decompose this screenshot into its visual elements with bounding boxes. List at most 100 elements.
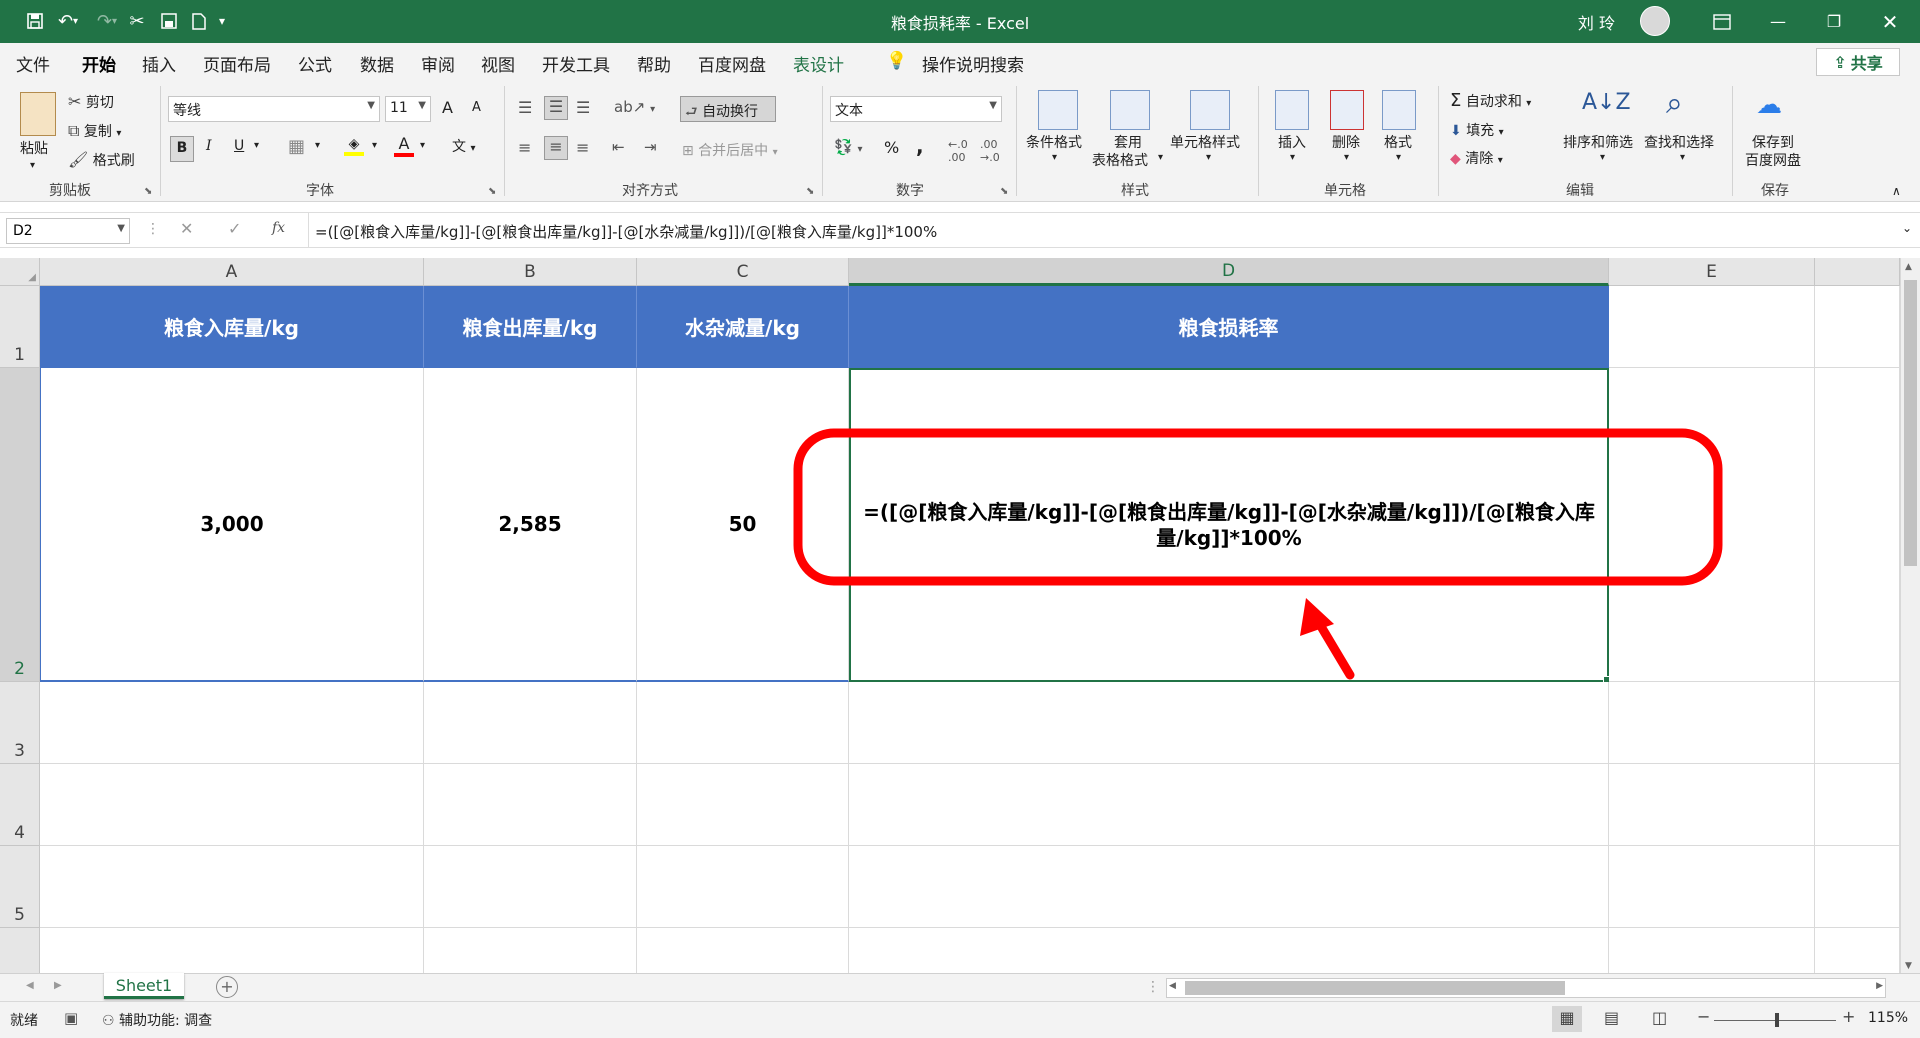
- user-name[interactable]: 刘 玲: [1578, 10, 1615, 34]
- tab-view[interactable]: 视图: [481, 51, 515, 76]
- row-header-1[interactable]: 1: [0, 286, 40, 368]
- scroll-down-icon[interactable]: ▼: [1905, 961, 1912, 971]
- zoom-out-icon[interactable]: −: [1697, 1007, 1710, 1026]
- wrap-text-button[interactable]: ⮐ 自动换行: [680, 96, 776, 122]
- grid-cell[interactable]: [849, 928, 1609, 973]
- format-cells-icon[interactable]: [1382, 90, 1416, 130]
- clipboard-launcher-icon[interactable]: ⬊: [144, 186, 152, 197]
- find-select-button[interactable]: 查找和选择: [1644, 132, 1714, 152]
- percent-button[interactable]: %: [884, 138, 899, 157]
- chevron-down-icon[interactable]: ▾: [315, 140, 320, 151]
- cancel-formula-icon[interactable]: ✕: [180, 219, 193, 238]
- chevron-down-icon[interactable]: ▾: [1206, 152, 1211, 163]
- tab-file[interactable]: 文件: [16, 51, 50, 76]
- grid-cell[interactable]: [40, 846, 424, 928]
- phonetic-guide-button[interactable]: 文 ▾: [452, 136, 475, 156]
- orientation-icon[interactable]: ab↗ ▾: [614, 98, 655, 116]
- scroll-up-icon[interactable]: ▲: [1905, 262, 1912, 272]
- table-cell[interactable]: 2,585: [424, 368, 637, 682]
- select-all-icon[interactable]: ◢: [0, 258, 40, 286]
- shrink-font-button[interactable]: A: [472, 100, 481, 115]
- save-to-baidu-line1[interactable]: 保存到: [1752, 132, 1794, 152]
- row-header-5[interactable]: 5: [0, 846, 40, 928]
- normal-view-icon[interactable]: ▦: [1552, 1006, 1582, 1032]
- bold-button[interactable]: B: [170, 136, 194, 162]
- vertical-scroll-thumb[interactable]: [1904, 280, 1917, 566]
- zoom-level[interactable]: 115%: [1868, 1010, 1908, 1026]
- chevron-down-icon[interactable]: ▾: [420, 140, 425, 151]
- chevron-down-icon[interactable]: ▾: [1396, 152, 1401, 163]
- cut-button[interactable]: ✂ 剪切: [68, 92, 114, 112]
- currency-icon[interactable]: 💱 ▾: [834, 138, 862, 156]
- accessibility-status[interactable]: ⚇ 辅助功能: 调查: [102, 1010, 212, 1030]
- format-painter-button[interactable]: 🖌 格式刷: [68, 150, 135, 170]
- grid-cell[interactable]: [1609, 286, 1815, 368]
- decrease-decimal-icon[interactable]: .00 →.0: [980, 138, 1000, 164]
- row-header-4[interactable]: 4: [0, 764, 40, 846]
- conditional-formatting-icon[interactable]: [1038, 90, 1078, 130]
- grid-cell[interactable]: [849, 764, 1609, 846]
- vertical-scrollbar[interactable]: ▲ ▼: [1900, 258, 1920, 973]
- table-header-cell[interactable]: 粮食损耗率: [849, 286, 1609, 368]
- grid-cell[interactable]: [1815, 846, 1900, 928]
- grid-cell[interactable]: [1815, 368, 1900, 682]
- chevron-down-icon[interactable]: ▾: [1600, 152, 1605, 163]
- collapse-ribbon-icon[interactable]: ∧: [1892, 184, 1901, 198]
- baidu-netdisk-icon[interactable]: ☁: [1756, 90, 1782, 120]
- enter-formula-icon[interactable]: ✓: [228, 219, 241, 238]
- zoom-in-icon[interactable]: +: [1842, 1007, 1855, 1026]
- align-center-icon[interactable]: ≡: [544, 136, 568, 160]
- grid-cell[interactable]: [849, 846, 1609, 928]
- tab-page-layout[interactable]: 页面布局: [203, 51, 271, 76]
- paste-button[interactable]: 粘贴: [20, 138, 48, 158]
- align-left-icon[interactable]: ≡: [518, 138, 531, 157]
- find-select-icon[interactable]: ⌕: [1666, 86, 1683, 121]
- paste-dropdown-icon[interactable]: ▾: [30, 160, 35, 171]
- grid-cell[interactable]: [1609, 846, 1815, 928]
- chevron-down-icon[interactable]: ▾: [1344, 152, 1349, 163]
- underline-button[interactable]: U: [234, 138, 244, 154]
- scroll-left-icon[interactable]: ◀: [1169, 981, 1176, 991]
- merge-center-button[interactable]: ⊞ 合并后居中 ▾: [682, 140, 778, 160]
- copy-button[interactable]: ⧉ 复制 ▾: [68, 121, 121, 141]
- chevron-down-icon[interactable]: ▾: [1052, 152, 1057, 163]
- chevron-down-icon[interactable]: ▾: [372, 140, 377, 151]
- minimize-icon[interactable]: —: [1750, 0, 1806, 43]
- align-right-icon[interactable]: ≡: [576, 138, 589, 157]
- table-header-cell[interactable]: 水杂减量/kg: [637, 286, 849, 368]
- column-header-e[interactable]: E: [1609, 258, 1815, 286]
- borders-icon[interactable]: ▦: [288, 136, 305, 157]
- number-launcher-icon[interactable]: ⬊: [1000, 186, 1008, 197]
- insert-cells-button[interactable]: 插入: [1278, 132, 1306, 152]
- column-header-d[interactable]: D: [849, 258, 1609, 286]
- grid-cell[interactable]: [40, 764, 424, 846]
- font-name-select[interactable]: 等线 ▼: [168, 96, 380, 122]
- decrease-indent-icon[interactable]: ⇤: [612, 138, 625, 156]
- column-header-c[interactable]: C: [637, 258, 849, 286]
- grid-cell[interactable]: [637, 846, 849, 928]
- format-as-table-button-line1[interactable]: 套用: [1114, 132, 1142, 152]
- zoom-slider-thumb[interactable]: [1775, 1013, 1779, 1027]
- grid-cell[interactable]: [637, 928, 849, 973]
- grid-cell[interactable]: [849, 682, 1609, 764]
- avatar[interactable]: [1640, 6, 1670, 36]
- delete-cells-button[interactable]: 删除: [1332, 132, 1360, 152]
- grid-cell[interactable]: [637, 682, 849, 764]
- align-middle-icon[interactable]: ☰: [544, 96, 568, 120]
- number-format-select[interactable]: 文本 ▼: [830, 96, 1002, 122]
- tab-baidu-netdisk[interactable]: 百度网盘: [698, 51, 766, 76]
- increase-decimal-icon[interactable]: ←.0.00: [948, 138, 968, 164]
- format-as-table-icon[interactable]: [1110, 90, 1150, 130]
- sort-filter-icon[interactable]: A↓Z: [1582, 90, 1631, 115]
- split-handle-icon[interactable]: ⋮: [1146, 979, 1160, 995]
- insert-cells-icon[interactable]: [1275, 90, 1309, 130]
- insert-function-button[interactable]: fx: [272, 220, 285, 236]
- increase-indent-icon[interactable]: ⇥: [644, 138, 657, 156]
- tab-formulas[interactable]: 公式: [298, 51, 332, 76]
- grow-font-button[interactable]: A: [442, 98, 453, 117]
- column-header-a[interactable]: A: [40, 258, 424, 286]
- format-cells-button[interactable]: 格式: [1384, 132, 1412, 152]
- ribbon-display-icon[interactable]: [1694, 0, 1750, 43]
- table-cell[interactable]: 50: [637, 368, 849, 682]
- scroll-sheets-right-icon[interactable]: ▶: [54, 980, 62, 991]
